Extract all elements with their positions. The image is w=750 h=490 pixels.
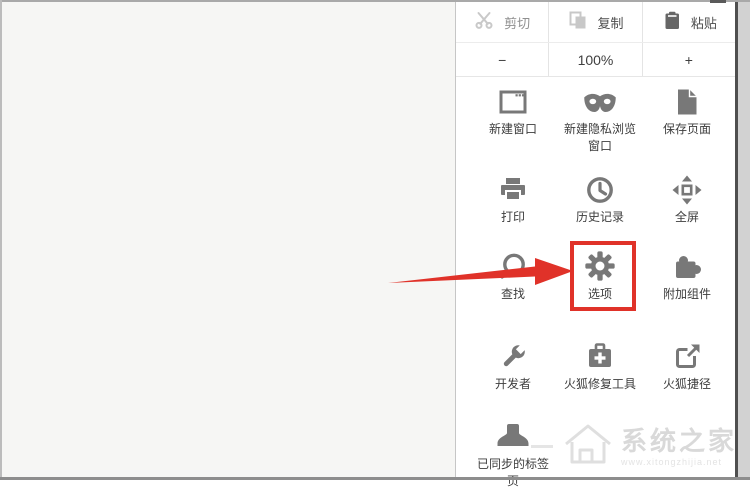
zoom-out-button[interactable]: −	[456, 43, 548, 76]
window-right-margin	[738, 0, 750, 480]
menu-item-label: 查找	[470, 286, 556, 303]
copy-button[interactable]: 复制	[548, 2, 641, 42]
save-page-icon	[644, 82, 730, 118]
menu-item-history[interactable]: 历史记录	[557, 170, 643, 226]
fullscreen-icon	[644, 170, 730, 206]
menu-item-label: 历史记录	[557, 209, 643, 226]
zoom-level-value: 100%	[578, 52, 614, 68]
cut-button[interactable]: 剪切	[456, 2, 548, 42]
zoom-in-button[interactable]: +	[642, 43, 735, 76]
menu-item-find[interactable]: 查找	[470, 247, 556, 303]
menu-item-label: 火狐修复工具	[557, 376, 643, 393]
copy-label: 复制	[597, 13, 623, 32]
menu-item-addons[interactable]: 附加组件	[644, 247, 730, 303]
clipboard-icon	[661, 10, 681, 35]
copy-icon	[567, 10, 587, 35]
watermark-url: www.xitongzhijia.net	[621, 457, 722, 467]
repair-toolbox-icon	[557, 337, 643, 373]
menu-item-label: 保存页面	[644, 121, 730, 138]
menu-item-label: 新建隐私浏览窗口	[562, 121, 638, 155]
scissors-icon	[474, 10, 494, 35]
menu-item-label: 火狐捷径	[644, 376, 730, 393]
addons-puzzle-icon	[644, 247, 730, 283]
watermark-text: 系统之家 www.xitongzhijia.net	[621, 427, 737, 467]
browser-page-area	[2, 2, 455, 477]
menu-item-label: 打印	[470, 209, 556, 226]
watermark-title: 系统之家	[621, 427, 737, 455]
zoom-in-label: +	[685, 52, 693, 68]
new-window-icon	[470, 82, 556, 118]
options-gear-icon	[557, 247, 643, 283]
menu-item-new-window[interactable]: 新建窗口	[470, 82, 556, 138]
menu-item-label: 附加组件	[644, 286, 730, 303]
menu-item-label: 开发者	[470, 376, 556, 393]
developer-wrench-icon	[470, 337, 556, 373]
printer-icon	[470, 170, 556, 206]
window-top-notch	[710, 0, 726, 3]
menu-item-firefox-repair[interactable]: 火狐修复工具	[557, 337, 643, 393]
find-icon	[470, 247, 556, 283]
window-right-border	[735, 0, 738, 480]
menu-item-save-page[interactable]: 保存页面	[644, 82, 730, 138]
menu-item-label: 全屏	[644, 209, 730, 226]
menu-item-firefox-shortcut[interactable]: 火狐捷径	[644, 337, 730, 393]
menu-item-options[interactable]: 选项	[557, 247, 643, 303]
menu-item-label: 选项	[557, 286, 643, 303]
watermark: 系统之家 www.xitongzhijia.net	[531, 420, 737, 473]
paste-label: 粘贴	[691, 13, 717, 32]
zoom-level-button[interactable]: 100%	[548, 43, 641, 76]
firefox-menu-panel: 剪切 复制 粘贴 −	[455, 2, 735, 477]
paste-button[interactable]: 粘贴	[642, 2, 735, 42]
menu-item-new-private-window[interactable]: 新建隐私浏览窗口	[557, 82, 643, 155]
zoom-out-label: −	[498, 52, 506, 68]
privacy-mask-icon	[557, 82, 643, 118]
window-left-border	[0, 0, 2, 480]
window-top-border	[0, 0, 750, 2]
watermark-house-icon	[562, 420, 614, 473]
menu-item-print[interactable]: 打印	[470, 170, 556, 226]
edit-actions-row: 剪切 复制 粘贴	[456, 2, 735, 43]
menu-item-developer[interactable]: 开发者	[470, 337, 556, 393]
history-clock-icon	[557, 170, 643, 206]
menu-item-label: 新建窗口	[470, 121, 556, 138]
watermark-dash	[531, 445, 553, 448]
zoom-controls-row: − 100% +	[456, 43, 735, 77]
shortcut-icon	[644, 337, 730, 373]
cut-label: 剪切	[504, 13, 530, 32]
menu-item-fullscreen[interactable]: 全屏	[644, 170, 730, 226]
